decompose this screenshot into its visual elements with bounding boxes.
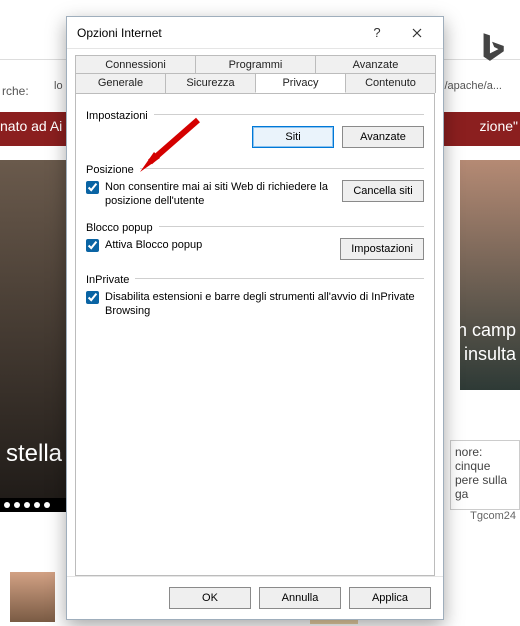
tab-sicurezza[interactable]: Sicurezza [165, 73, 256, 93]
tab-privacy[interactable]: Privacy [255, 73, 346, 93]
posizione-checkbox-label: Non consentire mai ai siti Web di richie… [105, 180, 334, 208]
annulla-button[interactable]: Annulla [259, 587, 341, 609]
headline-left: nato ad Ai [0, 118, 62, 134]
search-fragment: lo [54, 80, 63, 92]
tab-connessioni[interactable]: Connessioni [75, 55, 196, 74]
internet-options-dialog: Opzioni Internet ? Connessioni Programmi… [66, 16, 444, 620]
avanzate-button[interactable]: Avanzate [342, 126, 424, 148]
caption-stella: stella [6, 440, 62, 468]
inprivate-checkbox-label: Disabilita estensioni e barre degli stru… [105, 290, 424, 318]
tab-contenuto[interactable]: Contenuto [345, 73, 436, 93]
tab-body-privacy: Impostazioni Siti Avanzate Posizione Non… [75, 93, 435, 576]
news-card-1: nore: cinque pere sulla ga [450, 440, 520, 510]
headline-right: zione" [480, 118, 518, 134]
group-blocco-label: Blocco popup [86, 222, 153, 234]
group-impostazioni-label: Impostazioni [86, 110, 148, 122]
posizione-checkbox[interactable] [86, 181, 99, 194]
help-button[interactable]: ? [357, 19, 397, 47]
blocco-checkbox-label: Attiva Blocco popup [105, 238, 202, 252]
ok-button[interactable]: OK [169, 587, 251, 609]
siti-button[interactable]: Siti [252, 126, 334, 148]
tab-generale[interactable]: Generale [75, 73, 166, 93]
search-label: rche: [2, 84, 29, 98]
close-icon [412, 28, 422, 38]
inprivate-checkbox[interactable] [86, 291, 99, 304]
bing-icon [474, 30, 508, 64]
group-posizione-label: Posizione [86, 164, 134, 176]
blocco-checkbox[interactable] [86, 239, 99, 252]
group-inprivate-label: InPrivate [86, 274, 129, 286]
tab-avanzate[interactable]: Avanzate [315, 55, 436, 74]
titlebar: Opzioni Internet ? [67, 17, 443, 49]
dialog-title: Opzioni Internet [77, 26, 357, 40]
close-button[interactable] [397, 19, 437, 47]
blocco-impostazioni-button[interactable]: Impostazioni [340, 238, 424, 260]
url-fragment: /apache/a... [445, 80, 503, 92]
cancella-siti-button[interactable]: Cancella siti [342, 180, 424, 202]
news-tag: Tgcom24 [470, 510, 516, 522]
dialog-button-row: OK Annulla Applica [67, 576, 443, 619]
applica-button[interactable]: Applica [349, 587, 431, 609]
tab-programmi[interactable]: Programmi [195, 55, 316, 74]
caption-right-2: i insulta [455, 344, 516, 365]
tabstrip: Connessioni Programmi Avanzate Generale … [67, 49, 443, 93]
caption-right-1: in camp [453, 320, 516, 341]
